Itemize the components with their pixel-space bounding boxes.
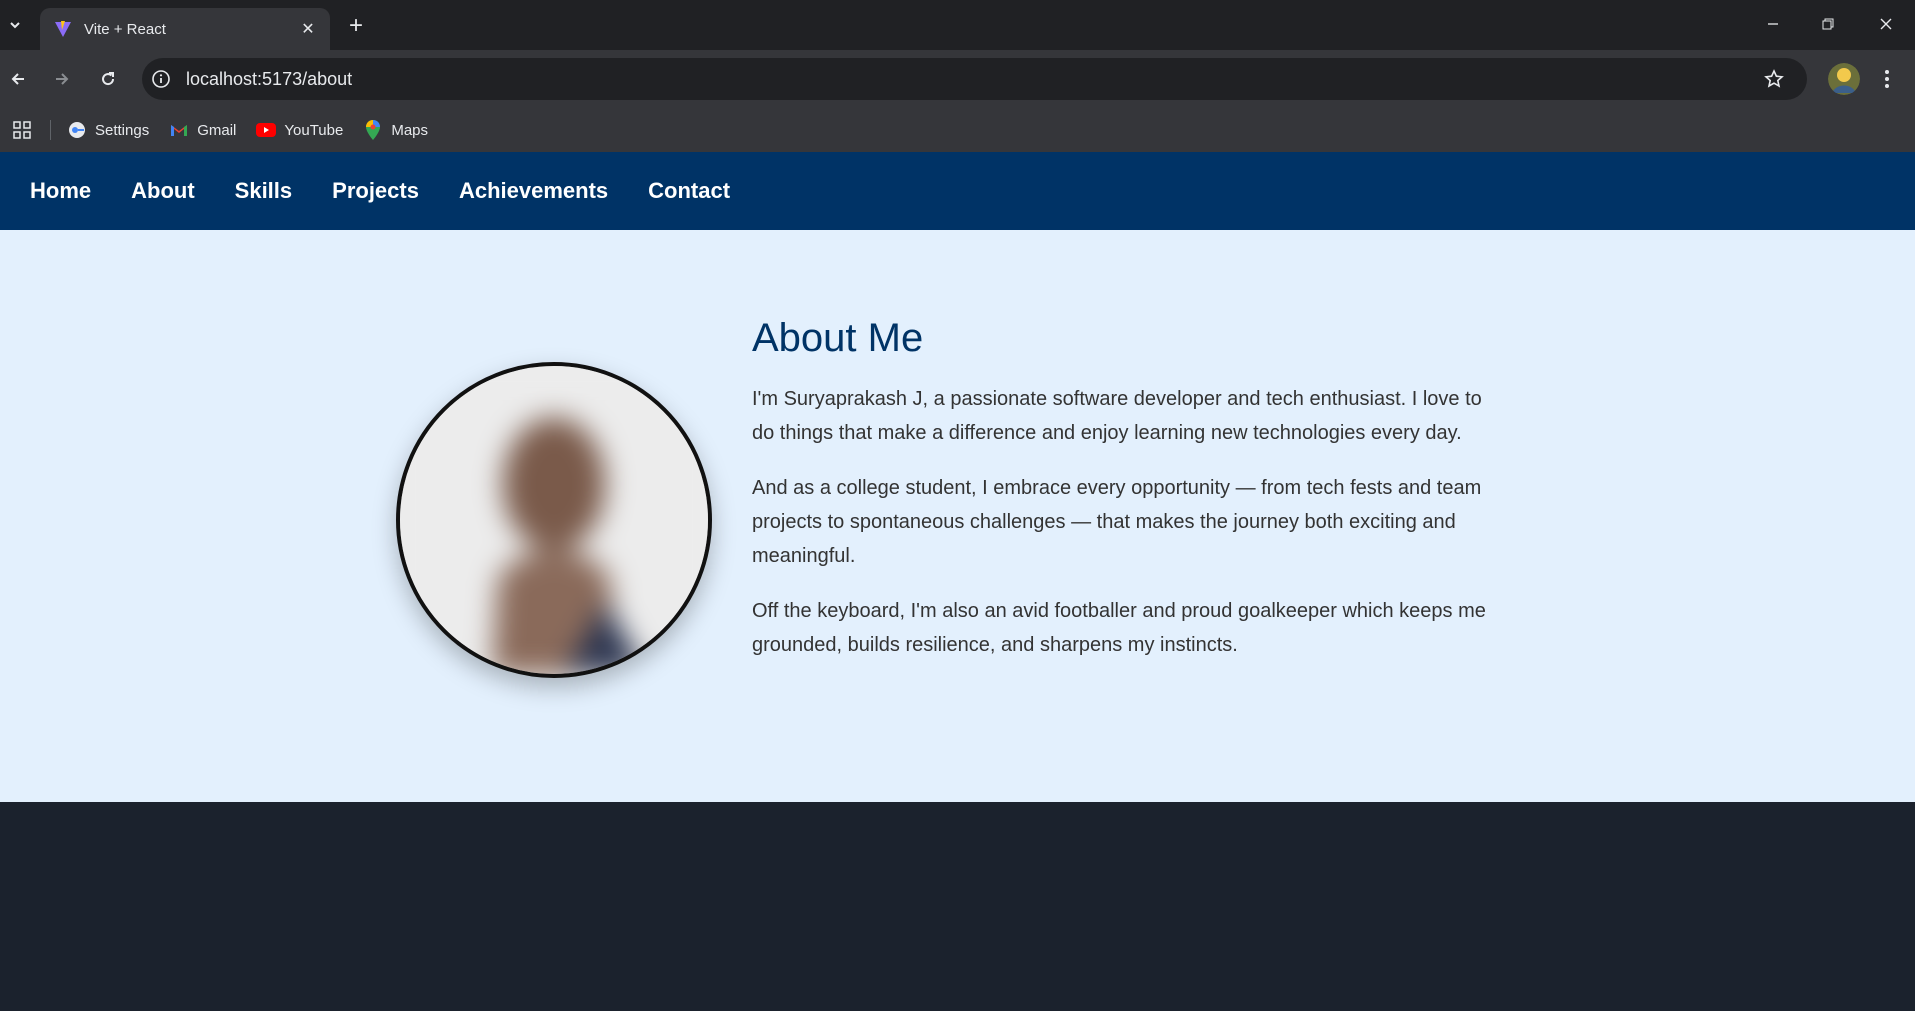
bookmark-label: YouTube (284, 121, 344, 139)
tab-active[interactable]: Vite + React ✕ (40, 8, 330, 50)
browser-menu-button[interactable] (1872, 64, 1902, 94)
url-text[interactable]: localhost:5173/about (186, 69, 1759, 90)
tab-close-icon[interactable]: ✕ (294, 15, 322, 43)
arrow-left-icon (11, 73, 24, 85)
about-section: About Me I'm Suryaprakash J, a passionat… (0, 230, 1915, 802)
new-tab-button[interactable]: + (342, 12, 370, 40)
reload-button[interactable] (93, 64, 123, 94)
gmail-icon (169, 120, 189, 140)
about-paragraph-2: And as a college student, I embrace ever… (752, 477, 1482, 567)
restore-button[interactable] (1800, 0, 1856, 48)
bookmark-youtube[interactable]: YouTube (256, 120, 343, 140)
nav-skills[interactable]: Skills (235, 178, 292, 204)
bookmark-maps[interactable]: Maps (363, 120, 428, 140)
tab-strip: Vite + React ✕ + (0, 0, 1915, 50)
nav-home[interactable]: Home (30, 178, 91, 204)
footer (0, 802, 1915, 1011)
profile-avatar[interactable] (1828, 63, 1860, 95)
arrow-right-icon (56, 73, 69, 85)
apps-grid-icon[interactable] (10, 118, 34, 142)
bookmark-star-icon[interactable] (1759, 64, 1789, 94)
nav-achievements[interactable]: Achievements (459, 178, 608, 204)
minimize-button[interactable] (1745, 0, 1801, 48)
settings-icon (67, 120, 87, 140)
maps-icon (363, 120, 383, 140)
about-paragraph-3: Off the keyboard, I'm also an avid footb… (752, 600, 1486, 656)
youtube-icon (256, 120, 277, 140)
bookmark-label: Settings (95, 121, 150, 139)
vite-icon (52, 18, 74, 40)
close-icon (1880, 18, 1892, 30)
about-paragraph-1: I'm Suryaprakash J, a passionate softwar… (752, 388, 1482, 444)
bookmark-label: Maps (391, 121, 429, 139)
site-navbar: Home About Skills Projects Achievements … (0, 152, 1915, 230)
bookmark-separator (50, 120, 51, 140)
bookmark-settings[interactable]: Settings (67, 120, 149, 140)
nav-contact[interactable]: Contact (648, 178, 730, 204)
forward-button[interactable] (47, 64, 77, 94)
minimize-icon (1768, 23, 1778, 25)
about-heading: About Me (752, 316, 924, 360)
restore-icon (1822, 18, 1834, 30)
tab-title: Vite + React (84, 20, 166, 38)
back-button[interactable] (3, 64, 33, 94)
reload-icon (102, 72, 115, 86)
site-info-icon[interactable] (148, 66, 174, 92)
address-bar[interactable]: localhost:5173/about (142, 58, 1807, 100)
nav-about[interactable]: About (131, 178, 195, 204)
nav-projects[interactable]: Projects (332, 178, 419, 204)
bookmark-label: Gmail (197, 121, 237, 139)
close-window-button[interactable] (1858, 0, 1914, 48)
about-text: About Me I'm Suryaprakash J, a passionat… (752, 312, 1502, 683)
browser-toolbar: localhost:5173/about (0, 50, 1915, 108)
browser-chrome: Vite + React ✕ + localhost:5173/about Se… (0, 0, 1915, 152)
chevron-down-icon (10, 22, 20, 29)
more-vert-icon (1885, 70, 1889, 88)
page-viewport: Home About Skills Projects Achievements … (0, 152, 1915, 1011)
tab-search-button[interactable] (0, 12, 30, 38)
profile-photo (396, 362, 712, 678)
bookmark-gmail[interactable]: Gmail (169, 120, 236, 140)
bookmarks-bar: Settings Gmail YouTube Maps (0, 108, 1915, 152)
